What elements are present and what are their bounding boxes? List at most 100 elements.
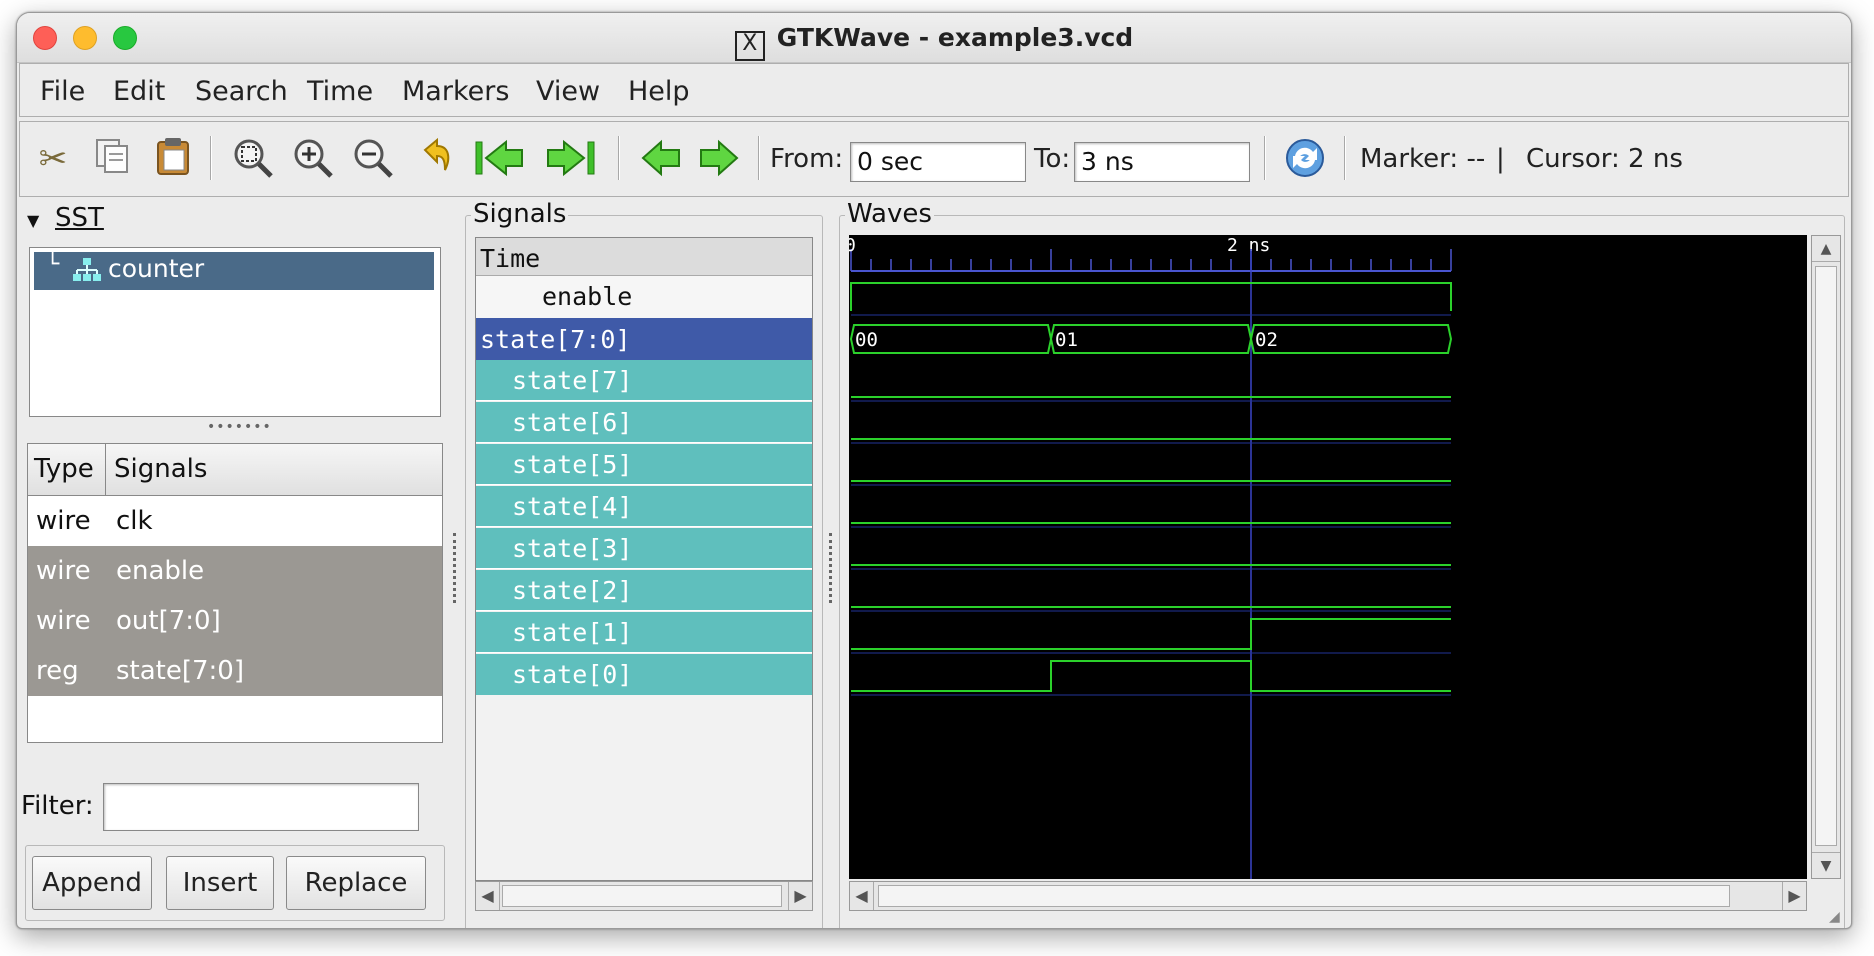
scroll-left-icon[interactable]: ◀ [850, 882, 874, 910]
cursor-readout: Cursor: 2 ns [1526, 144, 1683, 174]
signal-row-state-bit[interactable]: state[1] [476, 612, 812, 653]
sst-list-header: Type Signals [28, 444, 442, 496]
scrollbar-thumb[interactable] [1815, 266, 1837, 846]
replace-button[interactable]: Replace [286, 856, 426, 910]
signal-row-state-bit[interactable]: state[3] [476, 528, 812, 569]
row-type: wire [36, 606, 91, 636]
column-header-signals[interactable]: Signals [108, 444, 442, 495]
row-type: wire [36, 556, 91, 586]
signal-row-state-bit[interactable]: state[4] [476, 486, 812, 527]
signal-row-state-bit[interactable]: state[0] [476, 654, 812, 695]
toolbar-separator [758, 136, 760, 180]
toolbar-separator [1264, 136, 1266, 180]
window-title: X GTKWave - example3.vcd [17, 23, 1851, 61]
resize-grip-icon[interactable]: ◢ [1829, 909, 1851, 927]
bus-segment [1049, 324, 1253, 354]
ruler-label-start: 0 [849, 235, 856, 256]
reload-icon[interactable] [1282, 136, 1328, 182]
bus-value-label: 01 [1055, 329, 1078, 351]
scroll-left-icon[interactable]: ◀ [476, 882, 500, 910]
undo-icon[interactable] [412, 136, 458, 182]
insert-button[interactable]: Insert [166, 856, 274, 910]
go-start-icon[interactable] [470, 136, 530, 182]
signal-row-state-bit[interactable]: state[5] [476, 444, 812, 485]
bus-segment [1249, 324, 1453, 354]
signal-row-state-bus[interactable]: state[7:0] [476, 318, 812, 360]
waves-hscrollbar[interactable]: ◀ ▶ [849, 881, 1807, 911]
scrollbar-thumb[interactable] [502, 885, 782, 907]
menu-file[interactable]: File [40, 76, 85, 107]
to-time-input[interactable]: 3 ns [1074, 142, 1250, 182]
tree-item-counter[interactable]: └ counter [34, 252, 434, 290]
waves-vscrollbar[interactable]: ▲ ▼ [1811, 235, 1841, 879]
title-bar: X GTKWave - example3.vcd [17, 13, 1851, 63]
column-header-type[interactable]: Type [28, 444, 106, 495]
hierarchy-icon [72, 258, 102, 286]
waves-title: Waves [845, 199, 934, 229]
toolbar: ✂ From: 0 sec To: 3 ns Marker: -- | Curs… [19, 121, 1849, 197]
tree-branch: └ [46, 252, 60, 277]
bit-wave-state0 [851, 660, 1451, 692]
bus-value-label: 00 [855, 329, 878, 351]
menu-view[interactable]: View [536, 76, 600, 107]
bus-segment [849, 324, 1053, 354]
pane-splitter-handle[interactable] [453, 533, 459, 603]
sst-row[interactable]: wire clk [28, 496, 442, 546]
x11-icon: X [734, 31, 765, 61]
marker-readout: Marker: -- [1360, 144, 1486, 174]
enable-wave [850, 282, 1452, 311]
to-label: To: [1034, 144, 1071, 174]
pane-splitter-handle[interactable]: ••••••• [207, 420, 277, 434]
scroll-down-icon[interactable]: ▼ [1812, 852, 1840, 878]
filter-input[interactable] [103, 783, 419, 831]
next-icon[interactable] [696, 136, 742, 182]
signals-hscrollbar[interactable]: ◀ ▶ [475, 881, 813, 911]
ruler-label-2ns: 2 ns [1227, 235, 1270, 256]
signal-row-state-bit[interactable]: state[2] [476, 570, 812, 611]
signal-row-state-bit[interactable]: state[7] [476, 360, 812, 401]
zoom-in-icon[interactable] [290, 136, 336, 182]
sst-header: SST [55, 203, 104, 233]
toolbar-separator [210, 136, 212, 180]
append-button[interactable]: Append [32, 856, 152, 910]
sst-button-group: Append Insert Replace [25, 845, 445, 921]
menu-markers[interactable]: Markers [402, 76, 509, 107]
expander-arrow-icon: ▼ [27, 211, 40, 230]
menu-search[interactable]: Search [195, 76, 288, 107]
waves-canvas[interactable]: 0 2 ns 00 01 02 [845, 235, 1807, 879]
row-signal: enable [116, 556, 205, 586]
zoom-fit-icon[interactable] [230, 136, 276, 182]
paste-icon[interactable] [150, 136, 196, 182]
toolbar-separator [1344, 136, 1346, 180]
from-time-input[interactable]: 0 sec [850, 142, 1026, 182]
from-label: From: [770, 144, 844, 174]
sst-expander[interactable]: ▼ SST [23, 203, 463, 243]
signals-list: Time enable state[7:0] state[7] state[6]… [475, 237, 813, 881]
scrollbar-thumb[interactable] [878, 885, 1730, 907]
sst-row[interactable]: wire enable [28, 546, 442, 596]
sst-row[interactable]: reg state[7:0] [28, 646, 442, 696]
row-type: wire [36, 506, 91, 536]
scroll-right-icon[interactable]: ▶ [788, 882, 812, 910]
gtkwave-window: X GTKWave - example3.vcd File Edit Search… [16, 12, 1852, 929]
row-signal: clk [116, 506, 153, 536]
sst-signal-list: Type Signals wire clk wire enable wire o… [27, 443, 443, 743]
row-type: reg [36, 656, 79, 686]
menu-edit[interactable]: Edit [113, 76, 165, 107]
scroll-right-icon[interactable]: ▶ [1782, 882, 1806, 910]
signal-row-enable[interactable]: enable [476, 276, 812, 318]
pane-splitter-handle[interactable] [829, 533, 835, 603]
row-signal: out[7:0] [116, 606, 221, 636]
zoom-out-icon[interactable] [350, 136, 396, 182]
menu-time[interactable]: Time [307, 76, 373, 107]
copy-icon[interactable] [90, 136, 136, 182]
go-end-icon[interactable] [540, 136, 600, 182]
cut-icon[interactable]: ✂ [30, 136, 76, 182]
prev-icon[interactable] [638, 136, 684, 182]
sst-row[interactable]: wire out[7:0] [28, 596, 442, 646]
signals-title: Signals [471, 199, 569, 229]
menu-help[interactable]: Help [628, 76, 690, 107]
bus-value-label: 02 [1255, 329, 1278, 351]
signal-row-state-bit[interactable]: state[6] [476, 402, 812, 443]
scroll-up-icon[interactable]: ▲ [1812, 236, 1840, 262]
